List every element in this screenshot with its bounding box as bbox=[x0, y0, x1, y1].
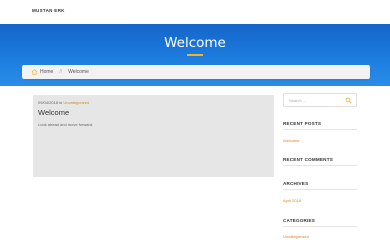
breadcrumb-home-link[interactable]: Home bbox=[40, 69, 53, 75]
divider bbox=[283, 189, 357, 190]
search-icon[interactable] bbox=[345, 97, 352, 104]
title-underline bbox=[187, 54, 203, 56]
post-title-link[interactable]: Welcome bbox=[38, 108, 69, 117]
breadcrumb: Home // Welcome bbox=[22, 65, 370, 79]
post-card: 09/04/2018 in Uncategorized Welcome Look… bbox=[33, 95, 274, 177]
post-date: 09/04/2018 bbox=[38, 100, 59, 105]
archive-link[interactable]: April 2018 bbox=[283, 198, 301, 203]
post-category-link[interactable]: Uncategorized bbox=[63, 100, 89, 105]
archives-title: ARCHIVES bbox=[283, 181, 309, 186]
post-excerpt: Look ahead and move forward. bbox=[38, 122, 94, 127]
divider bbox=[283, 226, 357, 227]
page-title: Welcome bbox=[164, 35, 226, 51]
search-placeholder: Search ... bbox=[289, 98, 307, 103]
search-input[interactable]: Search ... bbox=[283, 93, 357, 107]
post-meta: 09/04/2018 in Uncategorized bbox=[38, 100, 89, 105]
category-link[interactable]: Uncategorized bbox=[283, 234, 309, 239]
home-icon bbox=[31, 69, 38, 75]
recent-comments-title: RECENT COMMENTS bbox=[283, 157, 333, 162]
categories-title: CATEGORIES bbox=[283, 218, 316, 223]
divider bbox=[283, 165, 357, 166]
divider bbox=[283, 129, 357, 130]
breadcrumb-current: Welcome bbox=[68, 69, 89, 75]
recent-post-link[interactable]: Welcome bbox=[283, 138, 300, 143]
recent-posts-title: RECENT POSTS bbox=[283, 121, 322, 126]
site-title[interactable]: MUSTAN ERK bbox=[32, 8, 65, 13]
breadcrumb-separator: // bbox=[59, 69, 63, 75]
top-bar: MUSTAN ERK bbox=[0, 0, 390, 24]
